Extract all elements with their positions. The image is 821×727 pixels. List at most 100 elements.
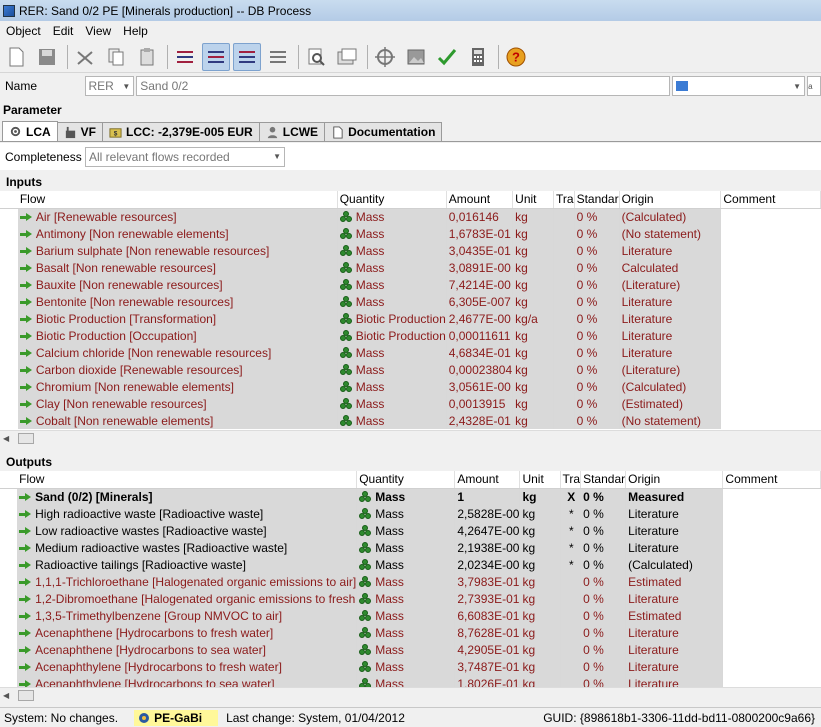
unit-cell[interactable]: kg bbox=[512, 208, 554, 225]
quantity-cell[interactable]: Mass bbox=[356, 607, 456, 624]
unit-cell[interactable]: kg bbox=[519, 556, 561, 573]
standard-cell[interactable]: 0 % bbox=[574, 293, 620, 310]
unit-cell[interactable]: kg bbox=[512, 293, 554, 310]
quantity-cell[interactable]: Mass bbox=[337, 225, 447, 242]
comment-cell[interactable] bbox=[722, 624, 821, 641]
language-select[interactable]: ▼ bbox=[671, 76, 806, 96]
amount-cell[interactable]: 1 bbox=[454, 488, 521, 505]
quantity-cell[interactable]: Mass bbox=[337, 412, 447, 429]
quantity-cell[interactable]: Biotic Production bbox=[337, 310, 447, 327]
origin-cell[interactable]: Literature bbox=[625, 675, 724, 687]
table-row[interactable]: High radioactive waste [Radioactive wast… bbox=[0, 505, 821, 522]
tra-cell[interactable] bbox=[553, 412, 575, 429]
origin-cell[interactable]: (No statement) bbox=[619, 412, 722, 429]
origin-cell[interactable]: Literature bbox=[625, 590, 724, 607]
table-row[interactable]: Radioactive tailings [Radioactive waste]… bbox=[0, 556, 821, 573]
tra-cell[interactable] bbox=[560, 624, 582, 641]
unit-cell[interactable]: kg bbox=[512, 259, 554, 276]
table-row[interactable]: Clay [Non renewable resources] Mass 0,0013… bbox=[0, 395, 821, 412]
comment-cell[interactable] bbox=[722, 522, 821, 539]
origin-cell[interactable]: (Literature) bbox=[619, 361, 722, 378]
table-row[interactable]: Medium radioactive wastes [Radioactive w… bbox=[0, 539, 821, 556]
comment-cell[interactable] bbox=[720, 378, 821, 395]
tra-cell[interactable] bbox=[560, 658, 582, 675]
col-flow[interactable]: Flow bbox=[17, 191, 338, 209]
tab-vf[interactable]: VF bbox=[56, 122, 104, 141]
amount-cell[interactable]: 2,5828E-00 bbox=[454, 505, 521, 522]
table-row[interactable]: Sand (0/2) [Minerals] Mass 1 kg X 0 % Measured bbox=[0, 488, 821, 505]
menu-help[interactable]: Help bbox=[117, 24, 154, 38]
comment-cell[interactable] bbox=[720, 225, 821, 242]
quantity-cell[interactable]: Mass bbox=[356, 488, 456, 505]
flow-cell[interactable]: Acenaphthene [Hydrocarbons to sea water] bbox=[17, 641, 358, 658]
tra-cell[interactable] bbox=[553, 395, 575, 412]
quantity-cell[interactable]: Mass bbox=[337, 395, 447, 412]
amount-cell[interactable]: 0,0013915 bbox=[446, 395, 514, 412]
table-row[interactable]: Air [Renewable resources] Mass 0,016146 kg 0… bbox=[0, 208, 821, 225]
amount-cell[interactable]: 2,7393E-01 bbox=[454, 590, 521, 607]
comment-cell[interactable] bbox=[720, 208, 821, 225]
unit-cell[interactable]: kg bbox=[519, 505, 561, 522]
amount-cell[interactable]: 3,7487E-01 bbox=[454, 658, 521, 675]
tra-cell[interactable] bbox=[553, 225, 575, 242]
region-select[interactable]: RER ▼ bbox=[84, 76, 135, 96]
scroll-left-icon[interactable]: ◀ bbox=[3, 691, 9, 700]
table-row[interactable]: 1,1,1-Trichloroethane [Halogenated organ… bbox=[0, 573, 821, 590]
paste-icon[interactable] bbox=[133, 43, 161, 71]
col-comment[interactable]: Comment bbox=[722, 471, 821, 489]
comment-cell[interactable] bbox=[722, 607, 821, 624]
flow-cell[interactable]: 1,3,5-Trimethylbenzene [Group NMVOC to a… bbox=[17, 607, 358, 624]
comment-cell[interactable] bbox=[720, 276, 821, 293]
col-quantity[interactable]: Quantity bbox=[337, 191, 447, 209]
amount-cell[interactable]: 6,305E-007 bbox=[446, 293, 514, 310]
flow-cell[interactable]: Acenaphthene [Hydrocarbons to fresh wate… bbox=[17, 624, 358, 641]
origin-cell[interactable]: Literature bbox=[625, 539, 724, 556]
standard-cell[interactable]: 0 % bbox=[580, 505, 627, 522]
flow-cell[interactable]: Low radioactive wastes [Radioactive wast… bbox=[17, 522, 358, 539]
check-icon[interactable] bbox=[433, 43, 461, 71]
origin-cell[interactable]: Literature bbox=[619, 310, 722, 327]
standard-cell[interactable]: 0 % bbox=[574, 412, 620, 429]
col-origin[interactable]: Origin bbox=[625, 471, 724, 489]
amount-cell[interactable]: 4,2647E-00 bbox=[454, 522, 521, 539]
flow-cell[interactable]: Sand (0/2) [Minerals] bbox=[17, 488, 358, 505]
tra-cell[interactable] bbox=[553, 259, 575, 276]
amount-cell[interactable]: 1,8026E-01 bbox=[454, 675, 521, 687]
tra-cell[interactable] bbox=[560, 641, 582, 658]
col-standard[interactable]: Standar bbox=[574, 191, 620, 209]
table-row[interactable]: Acenaphthene [Hydrocarbons to sea water]… bbox=[0, 641, 821, 658]
quantity-cell[interactable]: Biotic Production bbox=[337, 327, 447, 344]
comment-cell[interactable] bbox=[720, 293, 821, 310]
table-row[interactable]: 1,2-Dibromoethane [Halogenated organic e… bbox=[0, 590, 821, 607]
comment-cell[interactable] bbox=[722, 573, 821, 590]
amount-cell[interactable]: 0,00023804 bbox=[446, 361, 514, 378]
flow-cell[interactable]: High radioactive waste [Radioactive wast… bbox=[17, 505, 358, 522]
comment-cell[interactable] bbox=[720, 327, 821, 344]
amount-cell[interactable]: 2,4328E-01 bbox=[446, 412, 514, 429]
outputs-scrollbar[interactable]: ◀ bbox=[0, 687, 821, 702]
standard-cell[interactable]: 0 % bbox=[580, 573, 627, 590]
unit-cell[interactable]: kg bbox=[512, 412, 554, 429]
origin-cell[interactable]: Literature bbox=[619, 344, 722, 361]
comment-cell[interactable] bbox=[722, 539, 821, 556]
table-row[interactable]: Acenaphthylene [Hydrocarbons to fresh wa… bbox=[0, 658, 821, 675]
standard-cell[interactable]: 0 % bbox=[574, 344, 620, 361]
amount-cell[interactable]: 0,016146 bbox=[446, 208, 514, 225]
flow-cell[interactable]: Biotic Production [Transformation] bbox=[17, 310, 338, 327]
image-icon[interactable] bbox=[402, 43, 430, 71]
col-standard[interactable]: Standar bbox=[580, 471, 627, 489]
target-icon[interactable] bbox=[371, 43, 399, 71]
amount-cell[interactable]: 1,6783E-01 bbox=[446, 225, 514, 242]
quantity-cell[interactable]: Mass bbox=[356, 590, 456, 607]
amount-cell[interactable]: 8,7628E-01 bbox=[454, 624, 521, 641]
origin-cell[interactable]: (No statement) bbox=[619, 225, 722, 242]
origin-cell[interactable]: (Calculated) bbox=[619, 208, 722, 225]
table-row[interactable]: Biotic Production [Occupation] Biotic Pro… bbox=[0, 327, 821, 344]
origin-cell[interactable]: Literature bbox=[625, 505, 724, 522]
comment-cell[interactable] bbox=[722, 641, 821, 658]
inputs-scrollbar[interactable]: ◀ bbox=[0, 430, 821, 445]
flow-cell[interactable]: Radioactive tailings [Radioactive waste] bbox=[17, 556, 358, 573]
standard-cell[interactable]: 0 % bbox=[574, 259, 620, 276]
comment-cell[interactable] bbox=[722, 488, 821, 505]
menu-object[interactable]: Object bbox=[0, 24, 47, 38]
